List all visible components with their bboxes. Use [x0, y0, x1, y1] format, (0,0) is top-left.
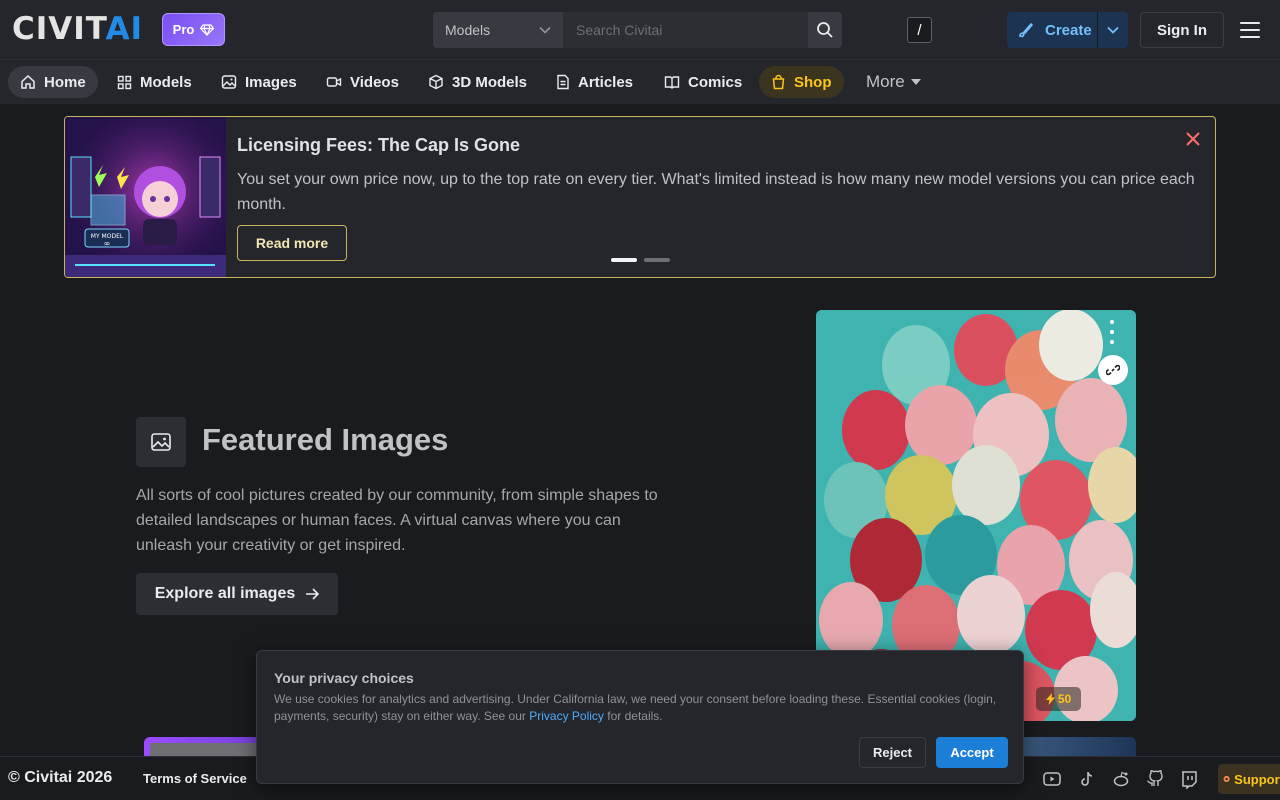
search-icon	[817, 22, 833, 38]
explore-label: Explore all images	[154, 585, 296, 602]
search-bar: Models /	[433, 12, 932, 48]
carousel-dot-active[interactable]	[611, 258, 637, 262]
top-header: CIVITAI Pro Models / Create Sign In	[0, 0, 1280, 60]
more-options-icon[interactable]	[1108, 320, 1116, 344]
search-button[interactable]	[808, 12, 842, 48]
carousel-dot[interactable]	[644, 258, 670, 262]
nav-more-button[interactable]: More	[866, 66, 921, 98]
privacy-dialog: Your privacy choices We use cookies for …	[256, 650, 1024, 784]
youtube-icon[interactable]	[1042, 769, 1062, 789]
banner-body: You set your own price now, up to the to…	[237, 171, 1195, 213]
link-button[interactable]	[1098, 355, 1128, 385]
close-icon[interactable]	[1185, 131, 1201, 147]
nav-item-images[interactable]: Images	[209, 66, 309, 98]
nav-label-comics: Comics	[688, 73, 743, 91]
file-icon	[557, 74, 569, 90]
nav-label-images: Images	[245, 73, 297, 91]
photo-icon	[221, 75, 237, 89]
create-label: Create	[1045, 21, 1092, 39]
chevron-down-icon	[539, 26, 551, 34]
civitai-logo[interactable]: CIVITAI	[12, 14, 143, 45]
create-button[interactable]: Create	[1007, 12, 1128, 48]
photo-icon	[151, 433, 171, 451]
nav-item-shop[interactable]: Shop	[759, 66, 844, 98]
explore-all-images-button[interactable]: Explore all images	[136, 573, 338, 615]
privacy-text: We use cookies for analytics and adverti…	[274, 691, 1014, 725]
book-icon	[664, 76, 680, 89]
link-icon	[1106, 364, 1120, 376]
terms-of-service-link[interactable]: Terms of Service	[143, 771, 247, 786]
nav-item-articles[interactable]: Articles	[544, 66, 645, 98]
support-button[interactable]: Support	[1218, 764, 1280, 794]
privacy-text-end: for details.	[607, 709, 663, 723]
reject-button[interactable]: Reject	[859, 737, 926, 768]
diamond-icon	[200, 23, 215, 36]
chevron-down-icon	[1107, 26, 1119, 34]
featured-images-description: All sorts of cool pictures created by ou…	[136, 487, 658, 554]
nav-label-3d-models: 3D Models	[452, 73, 528, 91]
nav-label-home: Home	[44, 73, 86, 91]
reddit-icon[interactable]	[1111, 769, 1131, 789]
nav-label-articles: Articles	[578, 73, 634, 91]
nav-item-comics[interactable]: Comics	[652, 66, 754, 98]
featured-images-icon	[136, 417, 186, 467]
lifebuoy-icon	[1223, 775, 1230, 783]
search-input[interactable]	[564, 12, 808, 48]
accept-button[interactable]: Accept	[936, 737, 1008, 768]
nav-item-videos[interactable]: Videos	[314, 66, 411, 98]
banner-title: Licensing Fees: The Cap Is Gone	[237, 135, 521, 155]
pro-button[interactable]: Pro	[162, 13, 225, 46]
main-nav: Home Models Images Videos 3D Models Arti…	[0, 60, 1280, 104]
caret-down-icon	[910, 79, 921, 85]
nav-item-models[interactable]: Models	[105, 66, 204, 98]
privacy-title: Your privacy choices	[274, 670, 414, 686]
copyright: © Civitai 2026	[8, 769, 113, 786]
banner-image-infinity: ∞	[104, 239, 111, 248]
nav-label-shop: Shop	[794, 73, 832, 91]
search-category-value: Models	[445, 22, 491, 38]
home-icon	[21, 74, 35, 89]
search-shortcut-key: /	[907, 17, 932, 43]
arrow-right-icon	[306, 588, 320, 600]
nav-label-models: Models	[140, 73, 192, 91]
twitch-icon[interactable]	[1179, 769, 1199, 789]
grid-icon	[117, 75, 132, 89]
nav-item-home[interactable]: Home	[8, 66, 98, 98]
featured-images-title: Featured Images	[202, 422, 449, 457]
sign-in-button[interactable]: Sign In	[1140, 12, 1224, 48]
create-menu-toggle[interactable]	[1097, 12, 1128, 48]
menu-icon[interactable]	[1240, 20, 1260, 40]
video-icon	[326, 77, 342, 87]
cube-icon	[429, 74, 443, 90]
tiktok-icon[interactable]	[1077, 769, 1097, 789]
brush-icon	[1019, 22, 1034, 38]
search-category-select[interactable]: Models	[433, 12, 564, 48]
banner-illustration: MY MODEL ∞	[65, 117, 226, 277]
github-icon[interactable]	[1145, 769, 1165, 789]
shopping-bag-icon	[772, 74, 785, 90]
nav-label-videos: Videos	[350, 73, 399, 91]
pro-label: Pro	[172, 22, 195, 37]
lightning-icon	[1045, 693, 1055, 705]
buzz-count: 50	[1057, 692, 1072, 706]
nav-item-3d-models[interactable]: 3D Models	[416, 66, 539, 98]
nav-more-label: More	[866, 72, 905, 91]
read-more-button[interactable]: Read more	[237, 225, 347, 261]
support-label: Support	[1234, 771, 1280, 787]
privacy-policy-link[interactable]: Privacy Policy	[529, 709, 604, 723]
announcement-banner: MY MODEL ∞ Licensing Fees: The Cap Is Go…	[64, 116, 1216, 278]
buzz-count-badge[interactable]: 50	[1036, 687, 1081, 711]
